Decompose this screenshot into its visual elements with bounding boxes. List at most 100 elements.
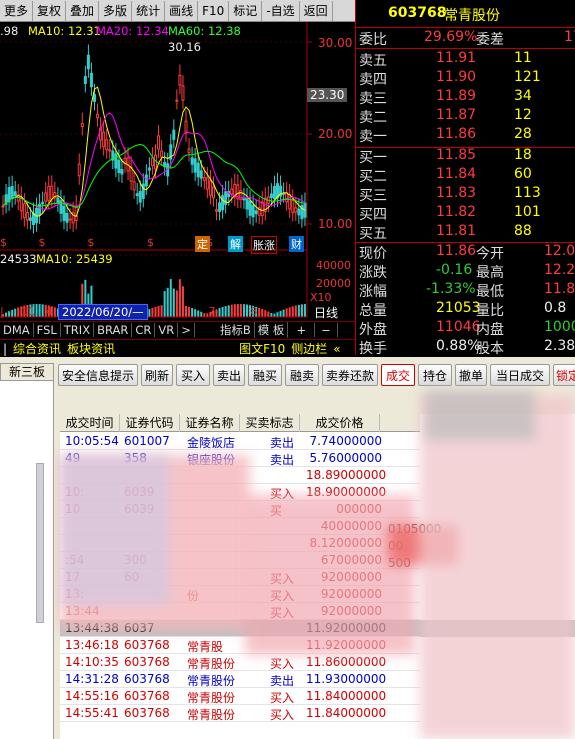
stat-label: 最高: [476, 265, 504, 281]
event-mark-ding[interactable]: 定: [195, 236, 210, 252]
remove-button[interactable]: −: [315, 323, 338, 337]
tab-vr[interactable]: VR: [155, 323, 179, 337]
stat-row[interactable]: 换手 0.88%股本 2.38-: [356, 338, 575, 357]
col-side[interactable]: 买卖标志: [240, 414, 300, 432]
tab-news[interactable]: 综合资讯: [10, 340, 64, 357]
ask-row[interactable]: 卖三 11.89 34: [356, 88, 575, 107]
stat-row[interactable]: 涨幅 -1.33% 最低 11.8: [356, 281, 575, 300]
tab-sector-news[interactable]: 板块资讯: [64, 340, 118, 357]
stat-row[interactable]: 涨跌 -0.16 最高 12.2: [356, 262, 575, 281]
bid-level-label: 买一: [359, 150, 387, 166]
collapse-icon[interactable]: «: [330, 342, 343, 356]
candle-body: [132, 181, 136, 191]
tab-more[interactable]: >: [178, 323, 195, 337]
event-mark-cai[interactable]: 财: [289, 236, 304, 252]
ask-price: 11.90: [436, 69, 477, 85]
weicha-value: 17: [564, 29, 575, 45]
ask-row[interactable]: 卖四 11.90 121: [356, 69, 575, 88]
col-name[interactable]: 证券名称: [180, 414, 240, 432]
tab-trix[interactable]: TRIX: [61, 323, 95, 337]
toolbar-more[interactable]: 更多: [0, 0, 34, 21]
candle-body: [59, 200, 63, 214]
tree-scrollbar[interactable]: [36, 463, 44, 623]
toolbar-draw[interactable]: 画线: [165, 0, 199, 21]
neeq-tab[interactable]: 新三板: [0, 363, 54, 381]
col-price[interactable]: 成交价格: [300, 414, 380, 432]
candle-body: [245, 198, 249, 210]
volume-bar: [258, 307, 261, 317]
lock-button[interactable]: 锁定: [553, 364, 575, 386]
ask-row[interactable]: 卖五 11.91 11: [356, 50, 575, 69]
event-mark-jie[interactable]: 解: [228, 236, 243, 252]
bid-level-label: 买四: [359, 207, 387, 223]
volume-bar: [279, 310, 282, 317]
candle-body: [120, 169, 124, 175]
col-time[interactable]: 成交时间: [60, 414, 120, 432]
volume-bar: [166, 287, 169, 317]
tab-deals[interactable]: 成交: [381, 364, 415, 386]
tab-sidebar[interactable]: 侧边栏: [288, 340, 330, 357]
candle-body: [77, 163, 81, 177]
tab-template[interactable]: 模 板: [255, 322, 289, 338]
tab-indicator-b[interactable]: 指标B: [217, 322, 255, 338]
tab-positions[interactable]: 持仓: [418, 364, 452, 386]
toolbar-stats[interactable]: 统计: [132, 0, 166, 21]
period-label[interactable]: 日线: [314, 304, 338, 321]
volume-bar: [154, 306, 157, 317]
volume-bar: [53, 307, 56, 317]
ma60-label: MA60: 12.38: [168, 24, 241, 38]
buy-button[interactable]: 买入: [176, 364, 210, 386]
refresh-button[interactable]: 刷新: [141, 364, 173, 386]
bid-row[interactable]: 买二 11.84 60: [356, 166, 575, 185]
tab-fsl[interactable]: FSL: [34, 323, 61, 337]
bid-level-label: 买五: [359, 226, 387, 242]
event-mark-zhang[interactable]: 胀涨: [251, 236, 277, 254]
stat-label: 最低: [476, 284, 504, 300]
cancel-order-button[interactable]: 撤单: [455, 364, 487, 386]
bid-volume: 60: [514, 166, 532, 182]
toolbar-fuquan[interactable]: 复权: [33, 0, 67, 21]
ask-level-label: 卖三: [359, 91, 387, 107]
toolbar-back[interactable]: 返回: [300, 0, 333, 21]
stat-row[interactable]: 现价 11.86 今开 12.0: [356, 243, 575, 262]
add-button[interactable]: +: [288, 323, 316, 337]
ma20-label: MA20: 12.34: [96, 24, 169, 38]
stat-row[interactable]: 总量 21053 量比 0.8: [356, 300, 575, 319]
candle-body: [291, 199, 295, 213]
volume-bar: [261, 308, 264, 317]
volume-bar: [160, 305, 163, 317]
tab-brar[interactable]: BRAR: [94, 323, 133, 337]
tab-dma[interactable]: DMA: [0, 323, 34, 337]
bid-row[interactable]: 买一 11.85 18: [356, 147, 575, 166]
candle-body: [157, 135, 161, 150]
pipe-marker: |: [3, 341, 8, 356]
ask-row[interactable]: 卖二 11.87 12: [356, 107, 575, 126]
cell-time: 13:46:18: [65, 638, 119, 652]
margin-buy-button[interactable]: 融买: [248, 364, 282, 386]
current-price-tag: 23.30: [307, 88, 348, 102]
tab-f10[interactable]: 图文F10: [236, 340, 288, 357]
kline-chart[interactable]: [0, 22, 355, 342]
ask-row[interactable]: 卖一 11.86 28: [356, 126, 575, 145]
tab-cr[interactable]: CR: [132, 323, 156, 337]
toolbar-mark[interactable]: 标记: [229, 0, 263, 21]
candle-body: [218, 202, 222, 212]
bid-row[interactable]: 买四 11.82 101: [356, 204, 575, 223]
bid-row[interactable]: 买三 11.83 113: [356, 185, 575, 204]
stat-row[interactable]: 外盘 11046内盘 1000: [356, 319, 575, 338]
sell-repay-button[interactable]: 卖券还款: [322, 364, 378, 386]
bid-row[interactable]: 买五 11.81 88: [356, 223, 575, 242]
stat-label: 涨跌: [359, 265, 387, 281]
price-axis-20: 20.00: [318, 127, 353, 141]
today-deals-button[interactable]: 当日成交: [490, 364, 550, 386]
toolbar-watchlist[interactable]: -自选: [262, 0, 300, 21]
account-tree[interactable]: 新三板: [0, 363, 54, 739]
margin-sell-button[interactable]: 融卖: [285, 364, 319, 386]
toolbar-f10[interactable]: F10: [198, 0, 230, 21]
toolbar-multi[interactable]: 多版: [99, 0, 133, 21]
toolbar-overlay[interactable]: 叠加: [66, 0, 100, 21]
col-code[interactable]: 证券代码: [120, 414, 180, 432]
ma10-label: MA10: 12.31: [28, 24, 101, 38]
sell-button[interactable]: 卖出: [213, 364, 245, 386]
safety-info-button[interactable]: 安全信息提示: [58, 364, 138, 386]
